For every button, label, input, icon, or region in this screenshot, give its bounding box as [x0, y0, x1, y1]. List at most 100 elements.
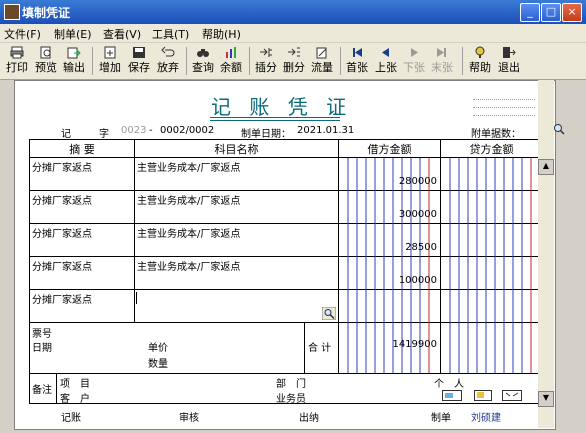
- cashflow-button[interactable]: 流量: [310, 45, 334, 77]
- vertical-scrollbar[interactable]: ▲ ▼: [538, 80, 554, 428]
- add-icon: [104, 46, 116, 59]
- print-button[interactable]: 打印: [5, 45, 29, 77]
- col-account-header: 科目名称: [214, 143, 259, 156]
- row-debit[interactable]: 300000: [339, 209, 437, 220]
- title-underline: [210, 120, 340, 121]
- next-voucher-button[interactable]: 下张: [402, 45, 426, 77]
- maximize-button[interactable]: □: [541, 3, 561, 22]
- voucher-date[interactable]: 2021.01.31: [297, 125, 354, 136]
- next-voucher-label: 下张: [403, 61, 425, 74]
- row-account[interactable]: 主营业务成本/厂家返点: [137, 159, 240, 174]
- toolbar-separator: [462, 47, 463, 75]
- row-debit[interactable]: 280000: [339, 176, 437, 187]
- exit-label: 退出: [498, 61, 520, 74]
- toolbar-separator: [186, 47, 187, 75]
- decorative-line: [473, 115, 535, 116]
- menu-view[interactable]: 查看(V): [103, 26, 141, 42]
- insert-entry-button[interactable]: 插分: [254, 45, 278, 77]
- balance-button[interactable]: 余额: [219, 45, 243, 77]
- voucher-zi: 字: [99, 129, 109, 140]
- preview-icon: [40, 46, 51, 59]
- decorative-line: [473, 107, 535, 108]
- first-voucher-button[interactable]: 首张: [345, 45, 369, 77]
- insert-entry-label: 插分: [255, 61, 277, 74]
- menu-help[interactable]: 帮助(H): [202, 26, 241, 42]
- app-icon: [4, 4, 20, 20]
- balance-label: 余额: [220, 61, 242, 74]
- menu-file[interactable]: 文件(F): [4, 26, 41, 42]
- maker-name: 刘硕建: [471, 413, 501, 424]
- discard-label: 放弃: [157, 61, 179, 74]
- customer-label: 客 户: [60, 394, 90, 405]
- row-debit[interactable]: 100000: [339, 275, 437, 286]
- binoculars-icon: [197, 49, 209, 57]
- maker-label: 制单: [431, 413, 451, 424]
- flow-icon: [316, 47, 327, 59]
- voucher-table: 摘 要 科目名称 借方金额 贷方金额 分摊厂家返点 主营业务成本/厂家返点 28…: [29, 139, 544, 405]
- prev-voucher-button[interactable]: 上张: [374, 45, 398, 77]
- voucher-panel: 记 账 凭 证 记 字 0023 - 0002/0002 制单日期： 2021.…: [14, 80, 565, 430]
- row-summary[interactable]: 分摊厂家返点: [32, 258, 92, 273]
- salesman-label: 业务员: [276, 394, 306, 405]
- col-credit-header: 贷方金额: [469, 143, 514, 156]
- menu-voucher[interactable]: 制单(E): [54, 26, 92, 42]
- row-summary[interactable]: 分摊厂家返点: [32, 291, 92, 306]
- row-summary[interactable]: 分摊厂家返点: [32, 192, 92, 207]
- row-debit[interactable]: 28500: [339, 242, 437, 253]
- discard-button[interactable]: 放弃: [156, 45, 180, 77]
- preview-label: 预览: [35, 61, 57, 74]
- text-cursor: [136, 292, 137, 304]
- delete-entry-button[interactable]: 删分: [282, 45, 306, 77]
- app-window: 填制凭证 _ □ × 文件(F) 制单(E) 查看(V) 工具(T) 帮助(H)…: [0, 0, 586, 433]
- next-icon: [411, 48, 418, 57]
- date-label: 制单日期：: [241, 129, 291, 140]
- last-icon: [437, 48, 446, 57]
- preview-button[interactable]: 预览: [34, 45, 58, 77]
- bookkeeping-signature: 记账: [61, 413, 81, 424]
- project-label: 项 目: [60, 379, 90, 390]
- add-button[interactable]: 增加: [98, 45, 122, 77]
- row-summary[interactable]: 分摊厂家返点: [32, 159, 92, 174]
- last-voucher-button[interactable]: 末张: [430, 45, 454, 77]
- export-label: 输出: [63, 61, 85, 74]
- account-lookup-icon[interactable]: [322, 307, 336, 320]
- remark-divider: [56, 374, 57, 403]
- row-summary[interactable]: 分摊厂家返点: [32, 225, 92, 240]
- first-voucher-label: 首张: [346, 61, 368, 74]
- detail-icon[interactable]: [502, 390, 522, 401]
- scroll-up-button[interactable]: ▲: [538, 159, 554, 175]
- save-button[interactable]: 保存: [127, 45, 151, 77]
- query-button[interactable]: 查询: [191, 45, 215, 77]
- toolbar-separator: [92, 47, 93, 75]
- row-account[interactable]: 主营业务成本/厂家返点: [137, 192, 240, 207]
- department-label: 部 门: [276, 379, 306, 390]
- scroll-down-button[interactable]: ▼: [538, 391, 554, 407]
- voucher-type[interactable]: 记: [61, 125, 71, 140]
- help-button[interactable]: 帮助: [468, 45, 492, 77]
- save-icon: [133, 47, 145, 58]
- export-button[interactable]: 输出: [62, 45, 86, 77]
- voucher-prefix: 0023: [121, 125, 147, 136]
- price-label: 单价: [148, 343, 168, 354]
- menu-tools[interactable]: 工具(T): [152, 26, 189, 42]
- total-label: 合 计: [308, 343, 332, 354]
- exit-button[interactable]: 退出: [497, 45, 521, 77]
- col-divider: [134, 140, 135, 323]
- row-account[interactable]: 主营业务成本/厂家返点: [137, 225, 240, 240]
- person-label: 个 人: [434, 379, 464, 390]
- insert-row-icon: [260, 48, 272, 57]
- close-button[interactable]: ×: [562, 3, 582, 22]
- help-icon: [475, 46, 485, 58]
- contact-icon[interactable]: [474, 390, 492, 401]
- prev-voucher-label: 上张: [375, 61, 397, 74]
- total-divider: [304, 323, 305, 373]
- credit-digit-grid: [449, 158, 532, 373]
- voucher-number[interactable]: 0002/0002: [160, 125, 214, 136]
- decorative-line: [473, 99, 535, 100]
- attachment-search-icon[interactable]: [553, 123, 565, 135]
- row-account[interactable]: 主营业务成本/厂家返点: [137, 258, 240, 273]
- minimize-button[interactable]: _: [520, 3, 540, 22]
- window-title: 填制凭证: [22, 6, 71, 20]
- card-icon[interactable]: [442, 390, 462, 401]
- save-label: 保存: [128, 61, 150, 74]
